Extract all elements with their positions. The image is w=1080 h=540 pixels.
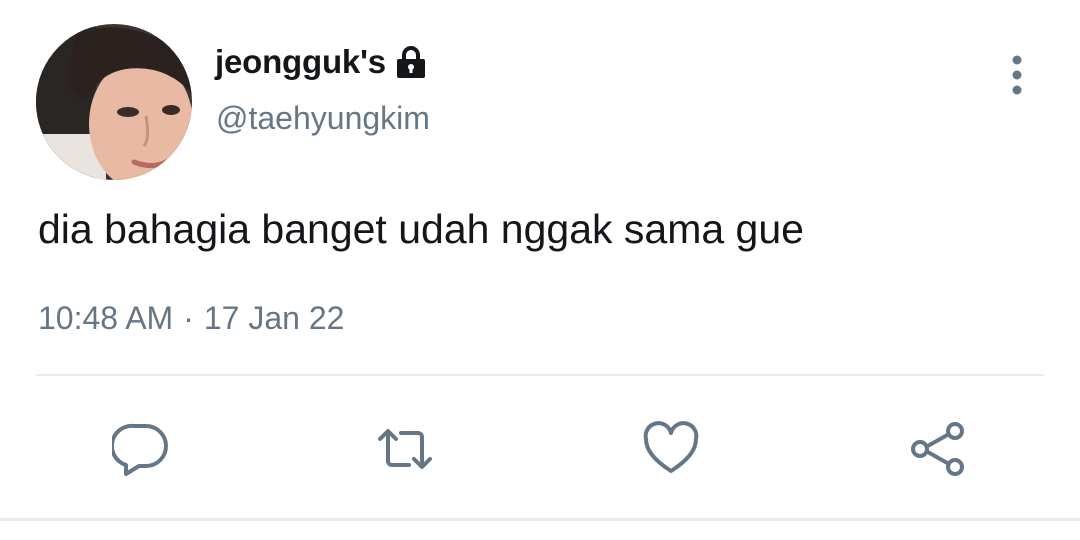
lock-icon — [395, 45, 427, 79]
display-name[interactable]: jeongguk's — [215, 43, 386, 81]
more-vertical-icon[interactable] — [1000, 52, 1034, 98]
avatar-photo — [36, 24, 192, 180]
retweet-icon — [378, 429, 432, 469]
tweet-meta: 10:48 AM · 17 Jan 22 — [38, 300, 344, 337]
tweet-time[interactable]: 10:48 AM — [38, 300, 173, 336]
user-name-row[interactable]: jeongguk's — [215, 40, 427, 84]
divider — [36, 374, 1044, 376]
heart-icon — [643, 421, 699, 473]
share-button[interactable] — [908, 420, 966, 478]
meta-separator: · — [183, 300, 194, 336]
like-button[interactable] — [642, 420, 700, 478]
avatar[interactable] — [36, 24, 192, 180]
bottom-divider — [0, 518, 1080, 521]
retweet-button[interactable] — [376, 420, 434, 478]
share-icon — [911, 422, 964, 476]
reply-icon — [112, 423, 168, 476]
tweet-date[interactable]: 17 Jan 22 — [204, 300, 345, 336]
tweet-text: dia bahagia banget udah nggak sama gue — [38, 206, 804, 252]
tweet-card: jeongguk's @taehyungkim dia bahagia bang… — [0, 0, 1080, 540]
user-handle[interactable]: @taehyungkim — [216, 100, 430, 137]
reply-button[interactable] — [112, 420, 170, 478]
